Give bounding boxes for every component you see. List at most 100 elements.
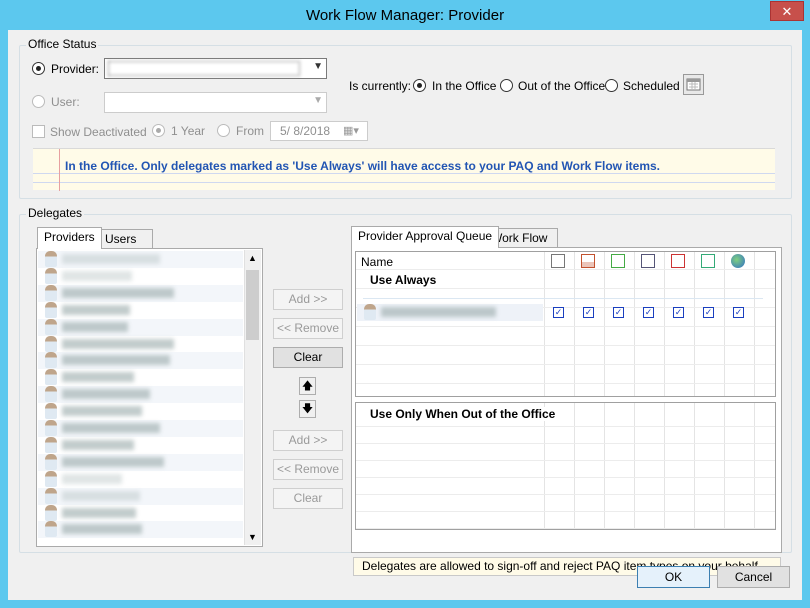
list-scrollbar[interactable]: ▲ ▼ xyxy=(244,250,261,545)
clear-button-top[interactable]: Clear xyxy=(273,347,343,368)
tab-users[interactable]: Users xyxy=(98,229,153,249)
permission-checkbox[interactable]: ✓ xyxy=(553,307,564,318)
out-office-radio[interactable] xyxy=(500,79,513,92)
from-label: From xyxy=(236,124,264,138)
provider-name xyxy=(62,389,150,400)
provider-list-item[interactable] xyxy=(38,335,243,353)
add-button-top[interactable]: Add >> xyxy=(273,289,343,310)
provider-list-item[interactable] xyxy=(38,436,243,454)
provider-name xyxy=(62,490,140,501)
provider-name xyxy=(62,321,128,332)
provider-list-item[interactable] xyxy=(38,453,243,471)
show-deactivated-label: Show Deactivated xyxy=(50,125,147,139)
one-year-radio[interactable] xyxy=(152,124,165,137)
provider-list-item[interactable] xyxy=(38,267,243,285)
scroll-down-icon[interactable]: ▼ xyxy=(248,532,257,542)
provider-list-item[interactable] xyxy=(38,386,243,404)
permission-checkbox[interactable]: ✓ xyxy=(613,307,624,318)
arrow-up-icon: 🡅 xyxy=(301,380,314,392)
user-avatar-icon xyxy=(45,318,57,335)
permission-checkbox[interactable]: ✓ xyxy=(643,307,654,318)
user-avatar-icon xyxy=(45,403,57,420)
provider-select[interactable]: ▼ xyxy=(104,58,327,79)
scheduled-radio[interactable] xyxy=(605,79,618,92)
add-button-bottom[interactable]: Add >> xyxy=(273,430,343,451)
name-column-header: Name xyxy=(361,255,394,269)
provider-name xyxy=(62,287,174,298)
provider-list-item[interactable] xyxy=(38,352,243,370)
provider-list-item[interactable] xyxy=(38,470,243,488)
globe-icon xyxy=(731,254,745,268)
window-title: Work Flow Manager: Provider xyxy=(305,7,505,24)
provider-list-item[interactable] xyxy=(38,251,243,268)
status-note-text: In the Office. Only delegates marked as … xyxy=(65,159,661,173)
provider-name xyxy=(62,355,170,366)
from-date-field[interactable]: 5/ 8/2018 ▦▾ xyxy=(270,121,368,141)
provider-selected-value xyxy=(108,61,300,76)
permission-checkbox[interactable]: ✓ xyxy=(673,307,684,318)
provider-list-item[interactable] xyxy=(38,369,243,386)
providers-list[interactable]: ▲ ▼ xyxy=(36,248,263,547)
provider-list-item[interactable] xyxy=(38,420,243,437)
tab-providers[interactable]: Providers xyxy=(37,227,102,249)
scheduled-label: Scheduled xyxy=(623,79,680,93)
close-button[interactable]: ✕ xyxy=(770,1,804,21)
provider-name xyxy=(62,473,122,484)
provider-name xyxy=(62,524,142,535)
scroll-up-icon[interactable]: ▲ xyxy=(248,253,257,263)
provider-name xyxy=(62,372,134,383)
user-avatar-icon xyxy=(45,301,57,318)
provider-list-item[interactable] xyxy=(38,318,243,336)
user-radio[interactable] xyxy=(32,95,45,108)
permission-checkbox[interactable]: ✓ xyxy=(703,307,714,318)
office-status-label: Office Status xyxy=(26,37,99,51)
provider-radio[interactable] xyxy=(32,62,45,75)
provider-name xyxy=(62,254,160,264)
user-avatar-icon xyxy=(45,453,57,470)
chevron-down-icon: ▼ xyxy=(313,95,323,106)
date-picker-icon[interactable]: ▦▾ xyxy=(343,124,359,137)
clear-button-bottom[interactable]: Clear xyxy=(273,488,343,509)
calendar-icon xyxy=(686,78,701,91)
provider-list-item[interactable] xyxy=(38,403,243,420)
out-office-label: Out of the Office xyxy=(518,79,606,93)
remove-button-bottom[interactable]: << Remove xyxy=(273,459,343,480)
ok-button[interactable]: OK xyxy=(637,566,710,588)
provider-list-item[interactable] xyxy=(38,284,243,302)
calendar-button[interactable] xyxy=(683,74,704,95)
out-of-office-grid[interactable]: Use Only When Out of the Office xyxy=(355,402,776,530)
move-up-button[interactable]: 🡅 xyxy=(299,377,316,395)
user-avatar-icon xyxy=(45,487,57,504)
provider-list-item[interactable] xyxy=(38,521,243,539)
permission-checkbox[interactable]: ✓ xyxy=(733,307,744,318)
scroll-thumb[interactable] xyxy=(246,270,259,340)
building-chart-icon xyxy=(581,254,595,268)
computer-status-icon xyxy=(701,254,715,268)
provider-list-item[interactable] xyxy=(38,504,243,522)
user-avatar-icon xyxy=(45,470,57,487)
use-always-grid[interactable]: Name Use Always ✓ ✓ ✓ ✓ ✓ ✓ ✓ xyxy=(355,251,776,397)
provider-list-item[interactable] xyxy=(38,301,243,319)
user-avatar-icon xyxy=(45,521,57,538)
from-radio[interactable] xyxy=(217,124,230,137)
show-deactivated-checkbox[interactable] xyxy=(32,125,45,138)
user-select[interactable]: ▼ xyxy=(104,92,327,113)
user-avatar-icon xyxy=(45,436,57,453)
tab-provider-approval-queue[interactable]: Provider Approval Queue xyxy=(351,226,500,248)
permission-checkbox[interactable]: ✓ xyxy=(583,307,594,318)
user-avatar-icon xyxy=(45,352,57,369)
delegates-label: Delegates xyxy=(26,206,85,220)
cancel-button[interactable]: Cancel xyxy=(717,566,790,588)
arrow-down-icon: 🡇 xyxy=(301,403,314,415)
in-office-label: In the Office xyxy=(432,79,497,93)
provider-name xyxy=(62,507,136,518)
user-avatar-icon xyxy=(45,335,57,352)
use-always-label: Use Always xyxy=(370,273,437,287)
use-always-row[interactable] xyxy=(357,304,543,321)
remove-button-top[interactable]: << Remove xyxy=(273,318,343,339)
move-down-button[interactable]: 🡇 xyxy=(299,400,316,418)
provider-list-item[interactable] xyxy=(38,487,243,505)
one-year-label: 1 Year xyxy=(171,124,206,138)
in-office-radio[interactable] xyxy=(413,79,426,92)
provider-name xyxy=(62,439,134,450)
